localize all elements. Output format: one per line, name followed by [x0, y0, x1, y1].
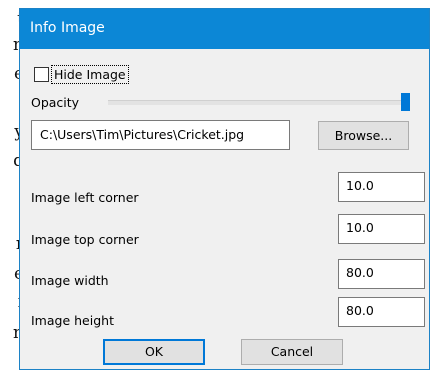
dialog-titlebar[interactable]: Info Image	[20, 9, 429, 49]
opacity-slider-thumb[interactable]	[401, 93, 410, 111]
image-top-corner-input[interactable]: 10.0	[338, 214, 425, 244]
hide-image-checkbox[interactable]	[34, 67, 49, 82]
screen: t n e , y d r e f n Info Image Hide Imag…	[0, 0, 436, 373]
image-top-corner-label: Image top corner	[31, 232, 139, 247]
image-height-input[interactable]: 80.0	[338, 297, 425, 327]
image-left-corner-label: Image left corner	[31, 190, 139, 205]
image-height-label: Image height	[31, 313, 114, 328]
image-left-corner-input[interactable]: 10.0	[338, 172, 425, 202]
dialog-title: Info Image	[30, 20, 105, 36]
cancel-button[interactable]: Cancel	[241, 339, 343, 365]
ok-button[interactable]: OK	[103, 339, 205, 365]
info-image-dialog: Info Image Hide Image Opacity C:\Users\T…	[19, 8, 430, 370]
image-path-field[interactable]: C:\Users\Tim\Pictures\Cricket.jpg	[31, 120, 290, 150]
image-width-label: Image width	[31, 273, 109, 288]
browse-button[interactable]: Browse...	[318, 121, 409, 150]
hide-image-label[interactable]: Hide Image	[51, 65, 129, 84]
opacity-slider-track[interactable]	[108, 100, 410, 105]
dialog-body: Hide Image Opacity C:\Users\Tim\Pictures…	[20, 49, 429, 369]
opacity-label: Opacity	[31, 95, 80, 110]
image-width-input[interactable]: 80.0	[338, 259, 425, 289]
